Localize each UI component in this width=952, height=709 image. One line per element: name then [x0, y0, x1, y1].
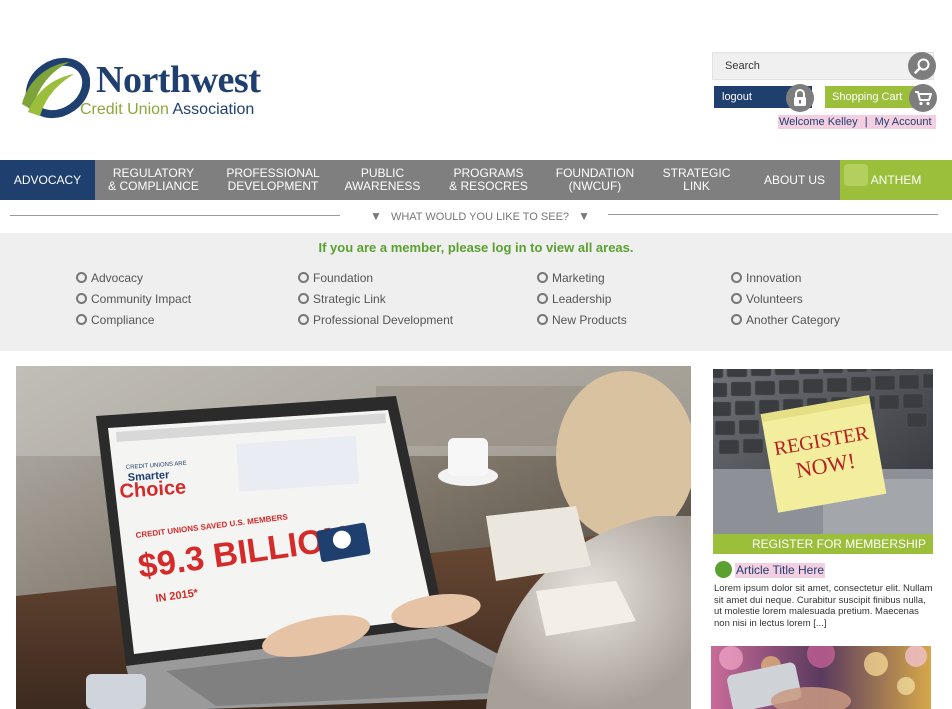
category-label: Professional Development: [313, 313, 454, 327]
welcome-text: Welcome Kelley: [779, 116, 858, 128]
brand-subtitle: Credit Union Association: [80, 100, 254, 120]
nav-label: DEVELOPMENT: [227, 179, 319, 193]
category-column: Marketing Leadership New Products: [537, 271, 627, 327]
divider-left: [10, 215, 340, 216]
caret-down-icon: ▼: [578, 209, 590, 223]
search-icon: [914, 58, 930, 74]
brand-name: Northwest: [96, 59, 261, 101]
category-item[interactable]: Compliance: [76, 313, 191, 327]
chat-bubble-icon: [844, 164, 868, 186]
nav-label: ADVOCACY: [13, 172, 82, 187]
article-title-link[interactable]: Article Title Here: [735, 563, 826, 578]
member-login-message: If you are a member, please log in to vi…: [318, 240, 634, 255]
category-label: Foundation: [313, 271, 374, 285]
hero-image[interactable]: CREDIT UNIONS ARE Smarter Choice CREDIT …: [16, 366, 691, 709]
category-item[interactable]: Strategic Link: [298, 292, 453, 306]
radio-circle-icon: [537, 314, 548, 325]
search-box: [712, 52, 934, 80]
radio-circle-icon: [731, 314, 742, 325]
category-label: Volunteers: [746, 292, 803, 306]
explore-toggle[interactable]: ▼ WHAT WOULD YOU LIKE TO SEE? ▼: [360, 208, 600, 224]
cart-icon-button[interactable]: [909, 84, 937, 112]
category-item[interactable]: Foundation: [298, 271, 453, 285]
nav-item-programs-resources[interactable]: PROGRAMS & RESOCRES: [431, 160, 546, 200]
lock-button[interactable]: [786, 84, 814, 112]
category-item[interactable]: Marketing: [537, 271, 627, 285]
category-label: Leadership: [552, 292, 612, 306]
category-item[interactable]: Innovation: [731, 271, 840, 285]
nav-label: ANTHEM: [870, 172, 922, 187]
category-column: Foundation Strategic Link Professional D…: [298, 271, 453, 327]
category-label: Marketing: [552, 271, 605, 285]
article-bullet-icon: [715, 561, 732, 578]
nav-item-strategic-link[interactable]: STRATEGIC LINK: [644, 160, 749, 200]
search-input[interactable]: [719, 57, 911, 75]
category-label: Strategic Link: [313, 292, 386, 306]
nav-item-foundation[interactable]: FOUNDATION (NWCUF): [546, 160, 644, 200]
category-item[interactable]: Leadership: [537, 292, 627, 306]
my-account-link[interactable]: My Account: [875, 115, 932, 129]
radio-circle-icon: [298, 272, 309, 283]
category-label: New Products: [552, 313, 627, 327]
radio-circle-icon: [731, 293, 742, 304]
category-label: Another Category: [746, 313, 841, 327]
hero-photo: CREDIT UNIONS ARE Smarter Choice CREDIT …: [16, 366, 691, 709]
register-membership-button[interactable]: REGISTER FOR MEMBERSHIP: [713, 534, 933, 554]
shopping-cart-button[interactable]: Shopping Cart: [825, 86, 921, 108]
category-item[interactable]: Community Impact: [76, 292, 191, 306]
bokeh-phone-photo: [711, 646, 931, 709]
nav-item-advocacy[interactable]: ADVOCACY: [0, 160, 95, 200]
radio-circle-icon: [298, 314, 309, 325]
radio-circle-icon: [76, 314, 87, 325]
category-label: Compliance: [91, 313, 155, 327]
nav-label: AWARENESS: [344, 179, 421, 193]
nav-label: ABOUT US: [763, 172, 826, 187]
nav-item-regulatory-compliance[interactable]: REGULATORY & COMPLIANCE: [95, 160, 212, 200]
category-item[interactable]: Advocacy: [76, 271, 191, 285]
nav-label: LINK: [683, 179, 710, 193]
radio-circle-icon: [537, 272, 548, 283]
radio-circle-icon: [537, 293, 548, 304]
category-column: Innovation Volunteers Another Category: [731, 271, 840, 327]
explore-question: WHAT WOULD YOU LIKE TO SEE?: [390, 211, 570, 223]
category-label: Community Impact: [91, 292, 192, 306]
register-note-photo: REGISTER NOW!: [713, 369, 933, 534]
caret-down-icon: ▼: [370, 209, 382, 223]
account-links: Welcome Kelley | My Account: [778, 115, 936, 129]
category-item[interactable]: Volunteers: [731, 292, 840, 306]
nav-item-public-awareness[interactable]: PUBLIC AWARENESS: [334, 160, 431, 200]
laptop-brand-2: Choice: [119, 476, 187, 503]
cart-icon: [915, 91, 932, 106]
divider-right: [608, 214, 938, 215]
category-column: Advocacy Community Impact Compliance: [76, 271, 191, 327]
brand-sub-suffix: Association: [172, 101, 255, 118]
account-separator: |: [864, 116, 868, 128]
register-promo-image[interactable]: REGISTER NOW!: [713, 369, 933, 534]
radio-circle-icon: [298, 293, 309, 304]
category-label: Innovation: [746, 271, 802, 285]
secondary-article-image[interactable]: [711, 646, 931, 709]
search-button[interactable]: [908, 52, 936, 80]
main-nav: ADVOCACY REGULATORY & COMPLIANCE PROFESSI…: [0, 160, 952, 200]
nav-label: & COMPLIANCE: [108, 179, 199, 193]
radio-circle-icon: [76, 293, 87, 304]
radio-circle-icon: [76, 272, 87, 283]
nav-label: & RESOCRES: [449, 179, 528, 193]
nav-item-about-us[interactable]: ABOUT US: [749, 160, 840, 200]
brand-sub-prefix: Credit Union: [80, 101, 169, 118]
category-item[interactable]: Another Category: [731, 313, 840, 327]
lock-icon: [794, 89, 806, 106]
nav-label: (NWCUF): [568, 179, 622, 193]
category-item[interactable]: Professional Development: [298, 313, 453, 327]
article-excerpt: Lorem ipsum dolor sit amet, consectetur …: [714, 583, 933, 629]
nav-item-anthem[interactable]: ANTHEM: [840, 160, 952, 200]
category-item[interactable]: New Products: [537, 313, 627, 327]
radio-circle-icon: [731, 272, 742, 283]
category-label: Advocacy: [91, 271, 144, 285]
nav-item-professional-development[interactable]: PROFESSIONAL DEVELOPMENT: [212, 160, 334, 200]
